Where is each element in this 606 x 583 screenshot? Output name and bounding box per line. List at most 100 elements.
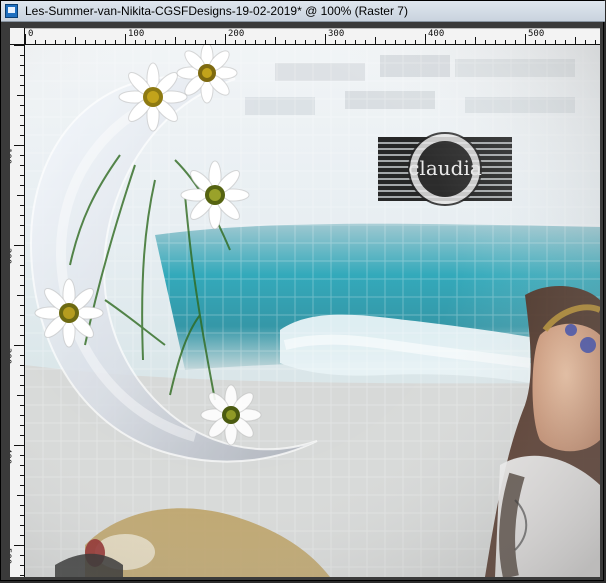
ruler-tick <box>20 405 24 406</box>
ruler-tick <box>20 185 24 186</box>
ruler-tick <box>14 545 24 546</box>
ruler-tick <box>20 575 24 576</box>
ruler-tick <box>20 525 24 526</box>
ruler-tick <box>565 40 566 44</box>
ruler-label-400: 400 <box>428 29 445 39</box>
ruler-tick <box>165 40 166 44</box>
ruler-tick <box>355 40 356 44</box>
ruler-tick <box>575 37 576 44</box>
ruler-tick <box>14 445 24 446</box>
ruler-label-200: 200 <box>228 29 245 39</box>
ruler-tick <box>245 40 246 44</box>
ruler-tick <box>20 235 24 236</box>
ruler-label-left-100: 100 <box>10 148 12 165</box>
ruler-tick <box>17 95 24 96</box>
horizontal-ruler[interactable]: 0 100 200 300 400 500 <box>10 28 600 45</box>
ruler-tick <box>345 40 346 44</box>
ruler-tick <box>155 40 156 44</box>
artwork: claudia <box>25 45 600 577</box>
ruler-tick <box>205 40 206 44</box>
ruler-tick <box>255 40 256 44</box>
ruler-label-left-400: 400 <box>10 448 12 465</box>
ruler-tick <box>20 505 24 506</box>
ruler-tick <box>545 40 546 44</box>
ruler-tick <box>125 34 126 44</box>
ruler-label-0: 0 <box>28 29 34 39</box>
ruler-tick <box>195 40 196 44</box>
ruler-tick <box>20 205 24 206</box>
ruler-tick <box>555 40 556 44</box>
ruler-tick <box>17 495 24 496</box>
ruler-tick <box>445 40 446 44</box>
ruler-tick <box>17 195 24 196</box>
ruler-tick <box>20 165 24 166</box>
ruler-tick <box>235 40 236 44</box>
ruler-label-left-300: 300 <box>10 348 12 365</box>
ruler-tick <box>14 345 24 346</box>
image-canvas[interactable]: claudia <box>25 45 600 577</box>
ruler-tick <box>425 34 426 44</box>
ruler-tick <box>455 40 456 44</box>
ruler-corner <box>10 28 25 45</box>
ruler-tick <box>14 45 24 46</box>
ruler-tick <box>415 40 416 44</box>
vertical-ruler[interactable]: 100 200 300 400 500 <box>10 45 25 577</box>
ruler-tick <box>25 34 26 44</box>
ruler-tick <box>75 37 76 44</box>
ruler-label-left-500: 500 <box>10 548 12 565</box>
ruler-tick <box>175 37 176 44</box>
ruler-tick <box>395 40 396 44</box>
ruler-tick <box>20 135 24 136</box>
ruler-tick <box>315 40 316 44</box>
ruler-tick <box>585 40 586 44</box>
ruler-tick <box>20 535 24 536</box>
ruler-tick <box>20 275 24 276</box>
ruler-tick <box>95 40 96 44</box>
ruler-tick <box>20 105 24 106</box>
ruler-tick <box>145 40 146 44</box>
ruler-tick <box>515 40 516 44</box>
ruler-tick <box>305 40 306 44</box>
ruler-tick <box>135 40 136 44</box>
ruler-tick <box>495 40 496 44</box>
ruler-tick <box>20 425 24 426</box>
ruler-tick <box>20 375 24 376</box>
ruler-tick <box>20 385 24 386</box>
ruler-tick <box>17 295 24 296</box>
ruler-tick <box>525 34 526 44</box>
ruler-tick <box>325 34 326 44</box>
ruler-tick <box>20 115 24 116</box>
ruler-tick <box>20 565 24 566</box>
ruler-tick <box>20 515 24 516</box>
ruler-tick <box>14 145 24 146</box>
document-icon <box>5 4 18 18</box>
ruler-tick <box>55 40 56 44</box>
ruler-tick <box>20 175 24 176</box>
ruler-tick <box>20 355 24 356</box>
window-title: Les-Summer-van-Nikita-CGSFDesigns-19-02-… <box>25 4 408 18</box>
ruler-label-100: 100 <box>128 29 145 39</box>
ruler-tick <box>20 415 24 416</box>
ruler-tick <box>20 455 24 456</box>
ruler-tick <box>20 255 24 256</box>
ruler-tick <box>17 395 24 396</box>
ruler-tick <box>20 435 24 436</box>
ruler-tick <box>215 40 216 44</box>
ruler-label-500: 500 <box>528 29 545 39</box>
ruler-tick <box>85 40 86 44</box>
title-bar[interactable]: Les-Summer-van-Nikita-CGSFDesigns-19-02-… <box>1 1 605 22</box>
ruler-tick <box>185 40 186 44</box>
ruler-tick <box>505 40 506 44</box>
ruler-tick <box>20 55 24 56</box>
ruler-tick <box>20 365 24 366</box>
ruler-tick <box>20 265 24 266</box>
ruler-tick <box>465 40 466 44</box>
ruler-tick <box>535 40 536 44</box>
ruler-tick <box>275 37 276 44</box>
ruler-tick <box>485 40 486 44</box>
ruler-tick <box>295 40 296 44</box>
ruler-tick <box>475 37 476 44</box>
ruler-tick <box>20 315 24 316</box>
ruler-tick <box>385 40 386 44</box>
ruler-tick <box>20 75 24 76</box>
